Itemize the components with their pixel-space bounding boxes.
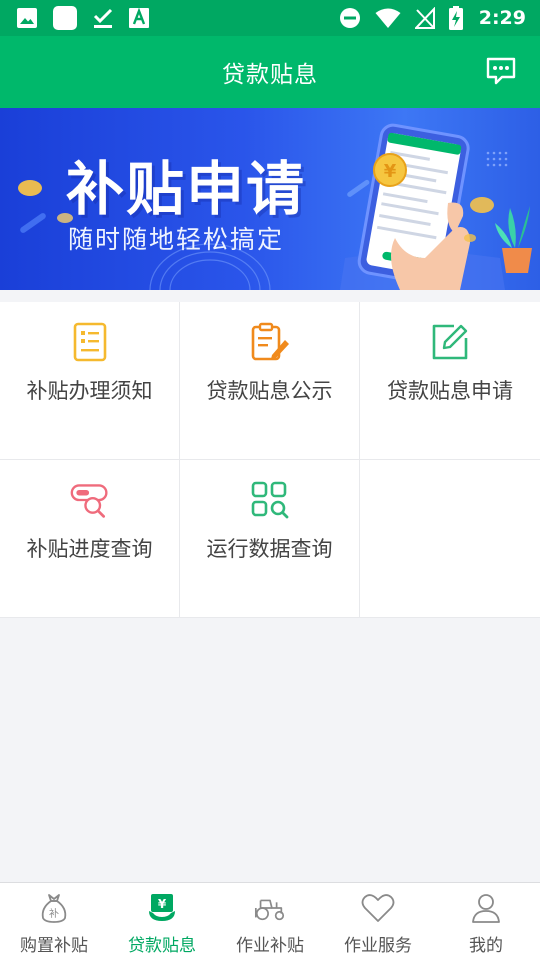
battery-charging-icon [448, 6, 463, 30]
menu-item-label: 贷款贴息申请 [387, 379, 513, 403]
image-icon [16, 7, 38, 29]
grid-search-icon [250, 480, 290, 520]
status-bar-right: 2:29 [339, 6, 526, 30]
svg-text:¥: ¥ [384, 161, 397, 182]
tractor-icon [253, 891, 287, 925]
svg-text:¥: ¥ [158, 897, 167, 911]
menu-item-label: 补贴进度查询 [26, 537, 153, 561]
menu-item-empty [360, 460, 540, 618]
nav-label: 购置补贴 [20, 936, 88, 956]
nav-label: 我的 [469, 936, 503, 956]
menu-item-operation-data-query[interactable]: 运行数据查询 [180, 460, 360, 618]
notice-list-icon [70, 322, 110, 362]
bottom-navigation: 补 购置补贴 ¥ 贷款贴息 作业补贴 作业服务 我的 [0, 882, 540, 960]
nav-item-loan-interest[interactable]: ¥ 贷款贴息 [108, 883, 216, 960]
edit-square-icon [430, 322, 470, 362]
loan-yen-icon: ¥ [145, 891, 179, 925]
wifi-icon [375, 7, 401, 29]
menu-item-loan-publicity[interactable]: 贷款贴息公示 [180, 302, 360, 460]
nav-label: 作业服务 [344, 936, 412, 956]
banner-subtitle: 随时随地轻松搞定 [68, 225, 285, 254]
nav-item-operation-service[interactable]: 作业服务 [324, 883, 432, 960]
user-icon [469, 891, 503, 925]
app-header: 贷款贴息 [0, 36, 540, 108]
menu-item-subsidy-notice[interactable]: 补贴办理须知 [0, 302, 180, 460]
nav-item-purchase-subsidy[interactable]: 补 购置补贴 [0, 883, 108, 960]
nav-item-mine[interactable]: 我的 [432, 883, 540, 960]
menu-item-label: 补贴办理须知 [26, 379, 153, 403]
no-signal-icon [414, 7, 435, 29]
chat-bubble-icon[interactable] [484, 54, 518, 88]
square-app-icon [52, 5, 78, 31]
nav-label: 贷款贴息 [128, 936, 196, 956]
banner-title: 补贴申请 [66, 155, 307, 223]
heart-icon [361, 891, 395, 925]
nav-label: 作业补贴 [236, 936, 304, 956]
status-bar-left [16, 5, 150, 31]
service-menu-grid: 补贴办理须知 贷款贴息公示 贷款贴息申请 补贴进度查询 运行数据查询 [0, 302, 540, 618]
clipboard-pen-icon [250, 322, 290, 362]
progress-search-icon [70, 480, 110, 520]
menu-item-progress-query[interactable]: 补贴进度查询 [0, 460, 180, 618]
page-title: 贷款贴息 [222, 62, 318, 88]
menu-item-loan-application[interactable]: 贷款贴息申请 [360, 302, 540, 460]
status-time: 2:29 [478, 7, 526, 29]
menu-item-label: 运行数据查询 [206, 537, 333, 561]
download-done-icon [92, 7, 114, 29]
promo-banner[interactable]: ¥ 补贴申请 随时随地轻松搞定 [0, 108, 540, 290]
subsidy-bag-icon: 补 [37, 891, 71, 925]
nav-item-operation-subsidy[interactable]: 作业补贴 [216, 883, 324, 960]
font-a-icon [128, 7, 150, 29]
svg-text:补: 补 [49, 907, 59, 920]
status-bar: 2:29 [0, 0, 540, 36]
do-not-disturb-icon [339, 7, 361, 29]
menu-item-label: 贷款贴息公示 [206, 379, 333, 403]
